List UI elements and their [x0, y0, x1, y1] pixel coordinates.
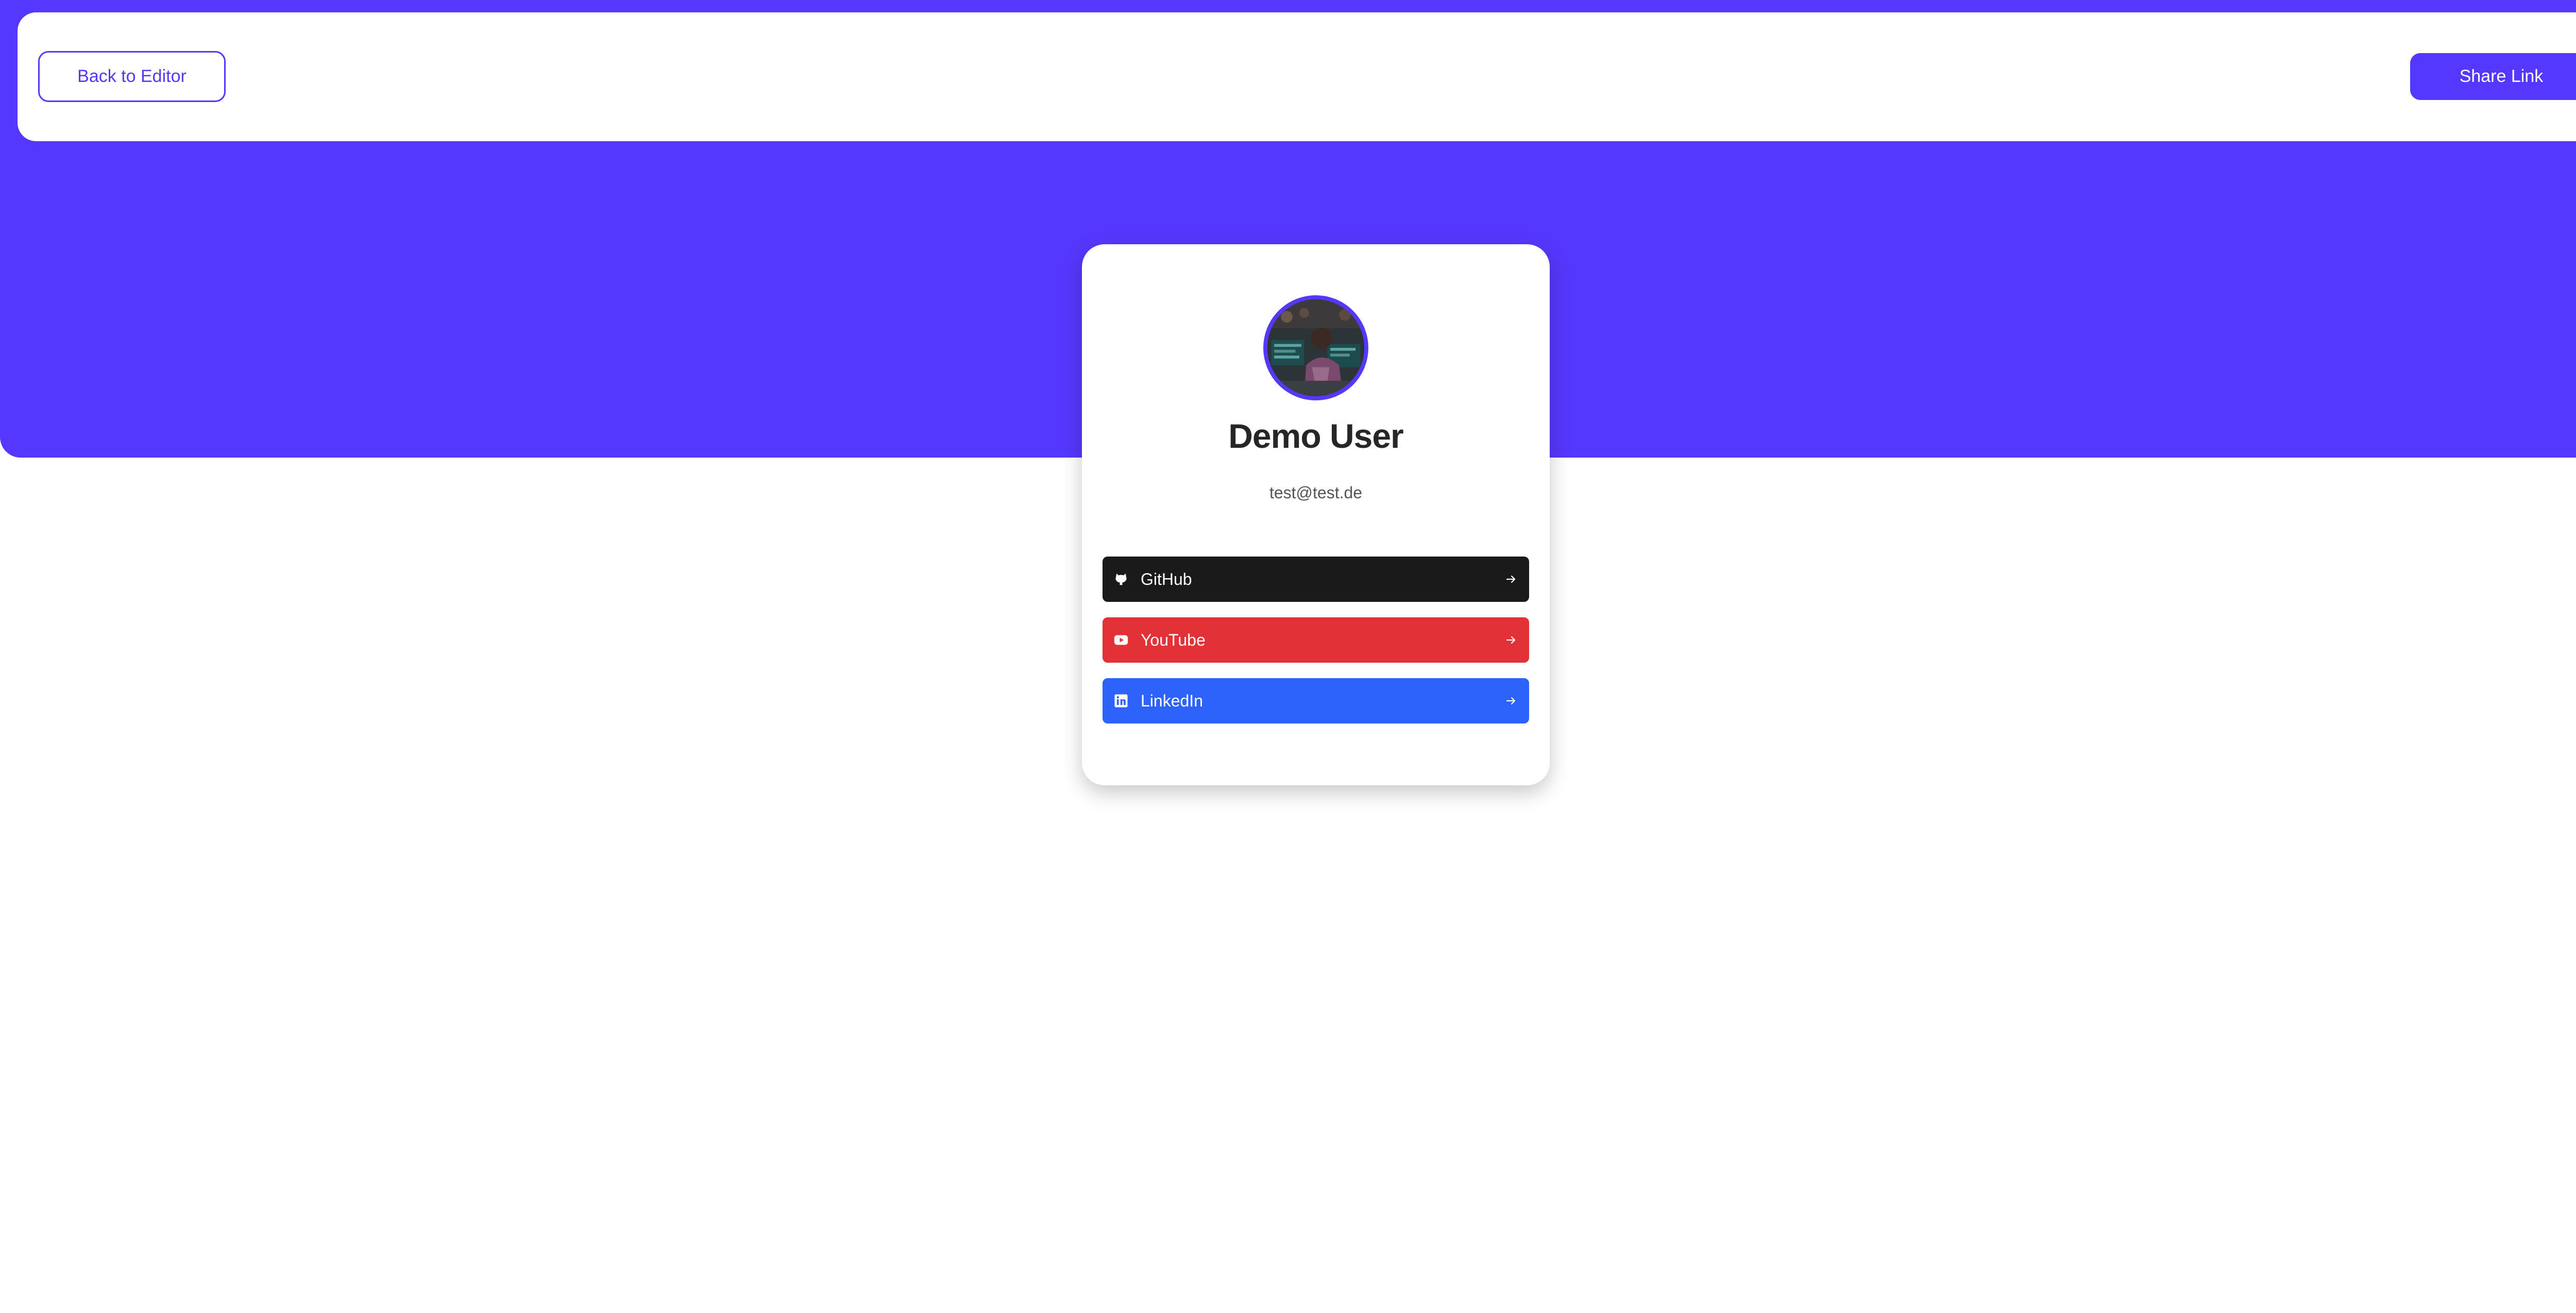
- arrow-right-icon: [1504, 633, 1518, 647]
- link-label: YouTube: [1141, 630, 1206, 649]
- link-youtube[interactable]: YouTube: [1103, 617, 1529, 663]
- profile-email: test@test.de: [1269, 483, 1363, 502]
- linkedin-icon: [1113, 693, 1129, 709]
- top-navigation-bar: Back to Editor Share Link: [18, 12, 2576, 141]
- link-github[interactable]: GitHub: [1103, 557, 1529, 602]
- profile-name: Demo User: [1228, 417, 1403, 455]
- profile-photo: [1267, 299, 1364, 396]
- back-to-editor-button[interactable]: Back to Editor: [38, 51, 226, 102]
- avatar: [1263, 295, 1368, 400]
- github-icon: [1113, 571, 1129, 587]
- link-linkedin[interactable]: LinkedIn: [1103, 678, 1529, 723]
- profile-preview-card: Demo User test@test.de GitHub YouTube Li…: [1082, 244, 1550, 785]
- link-label: LinkedIn: [1141, 691, 1203, 710]
- arrow-right-icon: [1504, 573, 1518, 586]
- arrow-right-icon: [1504, 694, 1518, 708]
- youtube-icon: [1113, 632, 1129, 648]
- share-link-button[interactable]: Share Link: [2410, 53, 2576, 100]
- link-label: GitHub: [1141, 569, 1192, 588]
